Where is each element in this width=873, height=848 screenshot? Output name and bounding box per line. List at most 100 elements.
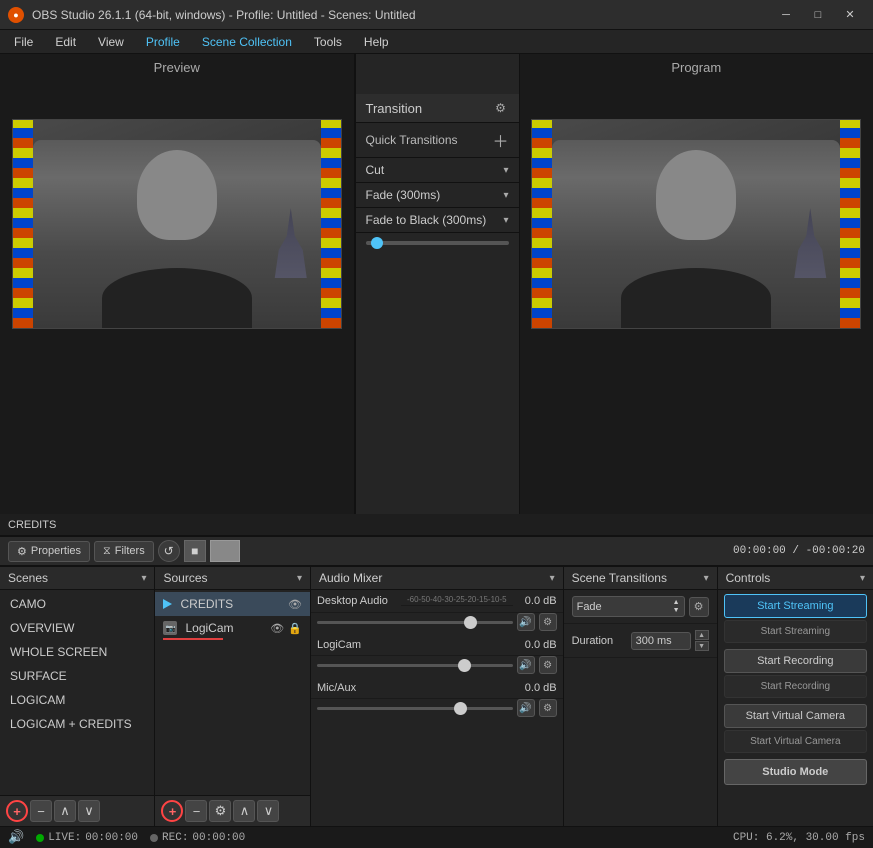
status-bar: 🔊 LIVE: 00:00:00 REC: 00:00:00 CPU: 6.2%… (0, 826, 873, 848)
desktop-volume-slider[interactable] (317, 621, 513, 624)
scene-item-surface[interactable]: SURFACE (0, 664, 154, 688)
sources-add-button[interactable]: + (161, 800, 183, 822)
audio-channel-desktop: Desktop Audio -60-50-40-30-25-20-15-10-5… (311, 590, 563, 613)
scene-item-overview[interactable]: OVERVIEW (0, 616, 154, 640)
maximize-button[interactable]: □ (803, 5, 833, 25)
duration-value: 300 ms (636, 635, 672, 647)
preview-video (12, 119, 342, 329)
cut-dropdown[interactable]: Cut ▾ (356, 158, 519, 183)
controls-label: Controls (726, 571, 771, 585)
sources-down-button[interactable]: ∨ (257, 800, 279, 822)
micaux-audio-label: Mic/Aux (317, 682, 397, 694)
menu-tools[interactable]: Tools (304, 33, 352, 51)
start-virtual-camera-button[interactable]: Start Virtual Camera (724, 704, 867, 728)
micaux-mute-icon[interactable]: 🔊 (517, 699, 535, 717)
duration-down-arrow[interactable]: ▼ (695, 641, 709, 651)
transition-gear-icon[interactable]: ⚙ (493, 100, 509, 116)
sources-label: Sources (163, 571, 207, 585)
transition-title: Transition (366, 101, 423, 116)
program-panel: Program (520, 54, 873, 514)
source-camera-icon: 📷 (163, 621, 177, 635)
close-button[interactable]: ✕ (835, 5, 865, 25)
desktop-meter-wrap: -60-50-40-30-25-20-15-10-5 (401, 594, 513, 608)
logicam-volume-slider[interactable] (317, 664, 513, 667)
scenes-collapse-icon[interactable]: ▾ (141, 573, 146, 584)
scene-transitions-collapse-icon[interactable]: ▾ (704, 573, 709, 584)
menu-profile[interactable]: Profile (136, 33, 190, 51)
program-label: Program (520, 54, 873, 79)
rec-dot (150, 834, 158, 842)
source-logicam-lock-icon[interactable]: 🔒 (288, 622, 302, 635)
menu-scene-collection[interactable]: Scene Collection (192, 33, 302, 51)
transition-header: Transition ⚙ (356, 94, 519, 123)
filters-button[interactable]: ⧖ Filters (94, 541, 154, 562)
transition-panel: Transition ⚙ Quick Transitions ＋ Cut ▾ F… (355, 54, 520, 514)
transition-gear-settings-icon[interactable]: ⚙ (689, 597, 709, 617)
fade-black-dropdown[interactable]: Fade to Black (300ms) ▾ (356, 208, 519, 233)
preview-label: Preview (0, 54, 354, 79)
quick-transitions-add-icon[interactable]: ＋ (492, 128, 508, 152)
quick-transitions-row: Quick Transitions ＋ (356, 123, 519, 158)
stop-button[interactable]: ■ (184, 540, 206, 562)
duration-spinbox-arrows: ▲ ▼ (695, 630, 709, 651)
source-credits-eye-icon[interactable]: 👁 (288, 598, 302, 611)
sources-up-button[interactable]: ∧ (233, 800, 255, 822)
menu-file[interactable]: File (4, 33, 43, 51)
bottom-panel: Scenes ▾ CAMO OVERVIEW WHOLE SCREEN SURF… (0, 566, 873, 826)
audio-mixer-header: Audio Mixer ▾ (311, 567, 563, 590)
scenes-remove-button[interactable]: − (30, 800, 52, 822)
minimize-button[interactable]: ─ (771, 5, 801, 25)
source-item-logicam[interactable]: 📷 LogiCam 👁 🔒 (155, 616, 309, 640)
start-virtual-camera-shadow: Start Virtual Camera (724, 730, 867, 753)
program-video-content (532, 120, 860, 328)
micaux-audio-gear-icon[interactable]: ⚙ (539, 699, 557, 717)
menu-view[interactable]: View (88, 33, 134, 51)
sources-settings-button[interactable]: ⚙ (209, 800, 231, 822)
menu-help[interactable]: Help (354, 33, 399, 51)
transition-up-arrow-icon: ▲ (673, 599, 680, 606)
transition-slider[interactable] (366, 241, 509, 245)
record-button[interactable] (210, 540, 240, 562)
source-item-credits[interactable]: CREDITS 👁 (155, 592, 309, 616)
scenes-list: CAMO OVERVIEW WHOLE SCREEN SURFACE LOGIC… (0, 590, 154, 795)
refresh-button[interactable]: ↺ (158, 540, 180, 562)
logicam-mute-icon[interactable]: 🔊 (517, 656, 535, 674)
duration-up-arrow[interactable]: ▲ (695, 630, 709, 640)
active-scene-name: CREDITS (8, 519, 56, 531)
transition-type-spinbox-arrows: ▲ ▼ (673, 599, 680, 614)
transition-down-arrow-icon: ▼ (673, 607, 680, 614)
audio-mixer-collapse-icon[interactable]: ▾ (550, 573, 555, 584)
sources-collapse-icon[interactable]: ▾ (297, 573, 302, 584)
duration-input[interactable]: 300 ms (631, 632, 691, 650)
scene-item-whole-screen[interactable]: WHOLE SCREEN (0, 640, 154, 664)
window-controls[interactable]: ─ □ ✕ (771, 5, 865, 25)
scenes-add-button[interactable]: + (6, 800, 28, 822)
start-recording-shadow: Start Recording (724, 675, 867, 698)
fade-dropdown[interactable]: Fade (300ms) ▾ (356, 183, 519, 208)
source-logicam-eye-icon[interactable]: 👁 (270, 622, 284, 635)
micaux-volume-slider[interactable] (317, 707, 513, 710)
desktop-audio-gear-icon[interactable]: ⚙ (539, 613, 557, 631)
sources-remove-button[interactable]: − (185, 800, 207, 822)
source-credits-label: CREDITS (180, 597, 233, 611)
micaux-audio-db: 0.0 dB (517, 682, 557, 694)
desktop-mute-icon[interactable]: 🔊 (517, 613, 535, 631)
transition-type-row: Fade ▲ ▼ ⚙ (564, 590, 717, 624)
scene-item-logicam-credits[interactable]: LOGICAM + CREDITS (0, 712, 154, 736)
scene-item-logicam[interactable]: LOGICAM (0, 688, 154, 712)
studio-mode-button[interactable]: Studio Mode (724, 759, 867, 785)
scene-item-camo[interactable]: CAMO (0, 592, 154, 616)
start-recording-button[interactable]: Start Recording (724, 649, 867, 673)
transition-type-select[interactable]: Fade ▲ ▼ (572, 596, 685, 617)
start-streaming-button[interactable]: Start Streaming (724, 594, 867, 618)
menu-edit[interactable]: Edit (45, 33, 86, 51)
logicam-audio-gear-icon[interactable]: ⚙ (539, 656, 557, 674)
scenes-up-button[interactable]: ∧ (54, 800, 76, 822)
micaux-meter-wrap (401, 688, 513, 689)
transition-slider-row (356, 233, 519, 253)
audio-mixer-label: Audio Mixer (319, 571, 382, 585)
cut-chevron-icon: ▾ (503, 165, 508, 176)
scenes-down-button[interactable]: ∨ (78, 800, 100, 822)
controls-collapse-icon[interactable]: ▾ (860, 573, 865, 584)
properties-button[interactable]: ⚙ Properties (8, 541, 90, 562)
